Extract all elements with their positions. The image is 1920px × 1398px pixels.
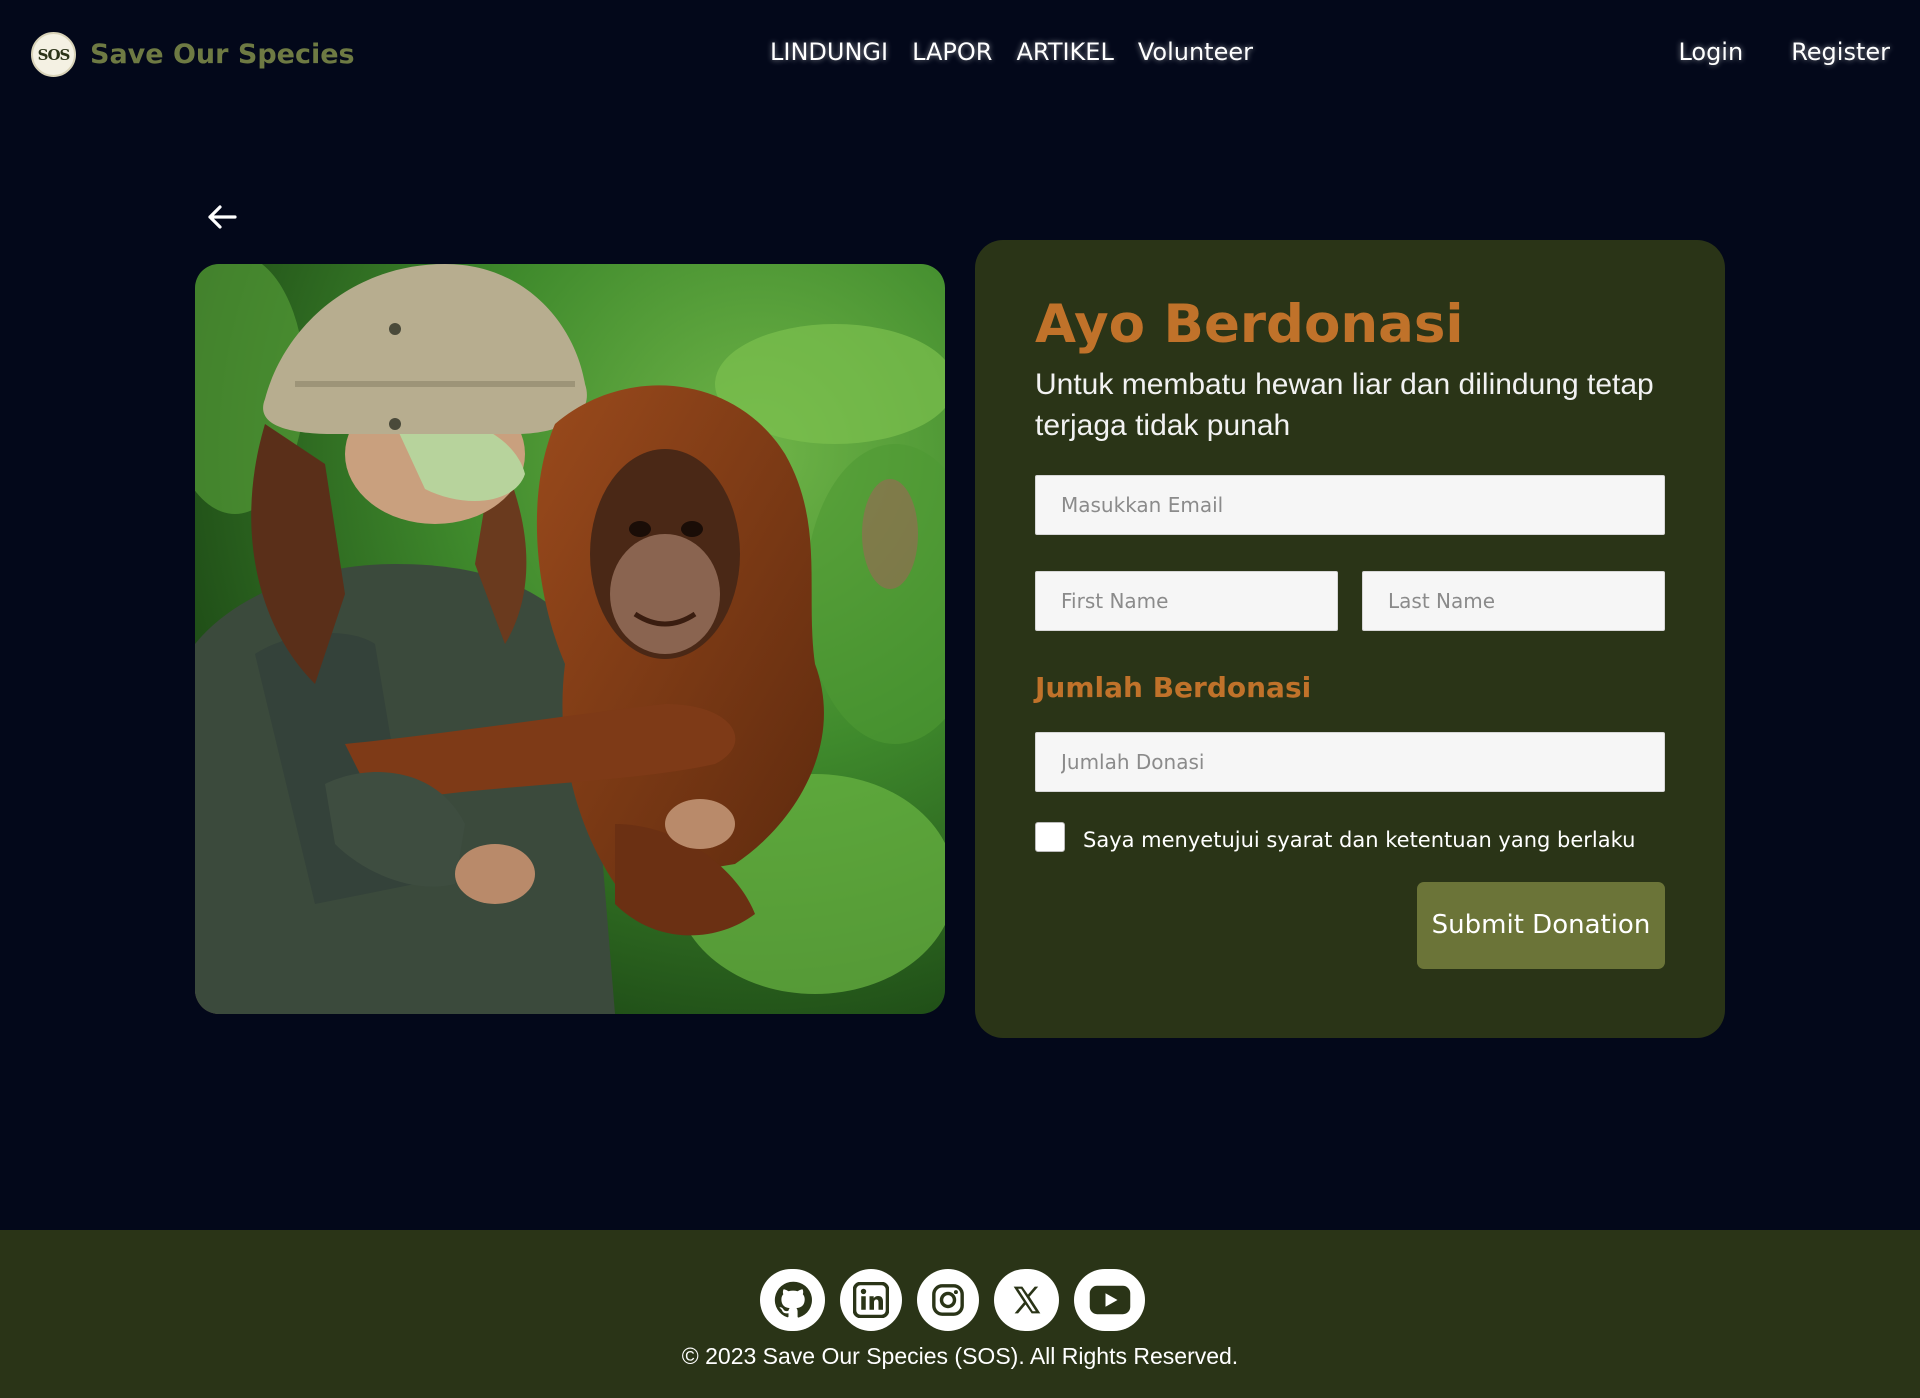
name-row	[1035, 570, 1665, 631]
amount-field[interactable]	[1035, 731, 1665, 792]
nav-link-volunteer[interactable]: Volunteer	[1138, 38, 1253, 66]
donation-photo	[195, 264, 945, 1014]
instagram-icon[interactable]	[917, 1269, 979, 1331]
donation-subtitle: Untuk membatu hewan liar dan dilindung t…	[1035, 367, 1654, 443]
x-icon[interactable]	[994, 1269, 1059, 1331]
linkedin-icon[interactable]	[840, 1269, 902, 1331]
first-name-field[interactable]	[1035, 570, 1338, 631]
auth-links: Login Register	[1678, 38, 1890, 66]
nav-link-lapor[interactable]: LAPOR	[912, 38, 992, 66]
donation-card: Ayo Berdonasi Untuk membatu hewan liar d…	[975, 240, 1725, 1038]
login-link[interactable]: Login	[1678, 38, 1743, 66]
youtube-icon[interactable]	[1074, 1269, 1145, 1331]
footer: © 2023 Save Our Species (SOS). All Right…	[0, 1230, 1920, 1398]
terms-row: Saya menyetujui syarat dan ketentuan yan…	[1035, 821, 1665, 852]
github-icon[interactable]	[760, 1269, 825, 1331]
last-name-field[interactable]	[1362, 570, 1665, 631]
nav-link-lindungi[interactable]: LINDUNGI	[770, 38, 888, 66]
nav-links: LINDUNGI LAPOR ARTIKEL Volunteer	[770, 38, 1253, 66]
submit-donation-button[interactable]: Submit Donation	[1417, 881, 1665, 969]
register-link[interactable]: Register	[1791, 38, 1890, 66]
submit-wrap: Submit Donation	[1035, 881, 1665, 969]
navbar: SOS Save Our Species LINDUNGI LAPOR ARTI…	[0, 0, 1920, 108]
brand-link[interactable]: SOS Save Our Species	[31, 32, 355, 77]
terms-checkbox[interactable]	[1035, 821, 1065, 852]
back-arrow-icon[interactable]	[205, 200, 239, 234]
copyright-text: © 2023 Save Our Species (SOS). All Right…	[681, 1343, 1239, 1369]
amount-label: Jumlah Berdonasi	[1035, 670, 1312, 704]
terms-label: Saya menyetujui syarat dan ketentuan yan…	[1083, 827, 1636, 852]
nav-link-artikel[interactable]: ARTIKEL	[1016, 38, 1113, 66]
sos-logo: SOS	[31, 32, 76, 77]
social-links	[760, 1269, 1145, 1331]
brand-name: Save Our Species	[90, 39, 355, 70]
donation-title: Ayo Berdonasi	[1035, 294, 1464, 355]
email-field[interactable]	[1035, 474, 1665, 535]
